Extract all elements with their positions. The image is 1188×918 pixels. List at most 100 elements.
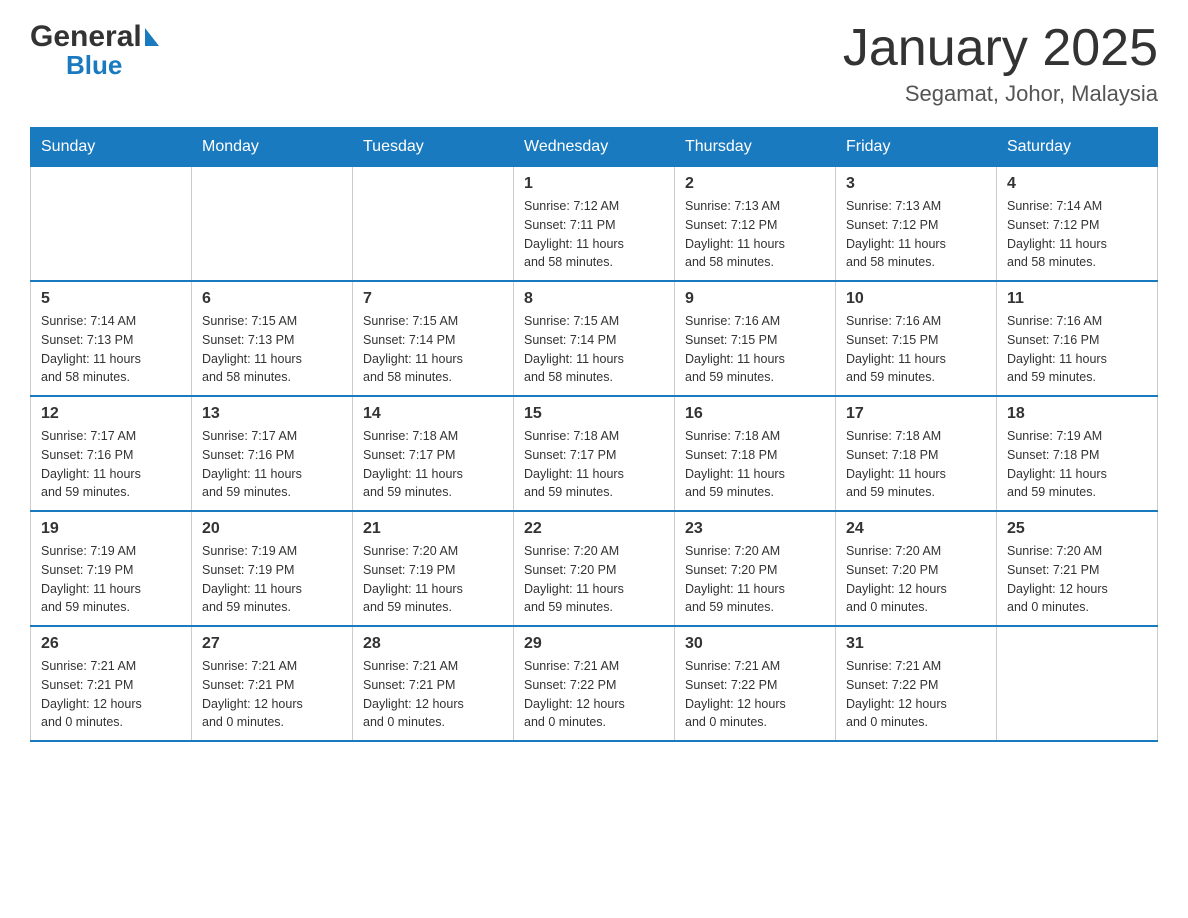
day-number: 15 [524,405,664,423]
calendar-week-row: 12 Sunrise: 7:17 AM Sunset: 7:16 PM Dayli… [31,396,1158,511]
calendar-cell: 26 Sunrise: 7:21 AM Sunset: 7:21 PM Dayli… [31,626,192,741]
calendar-cell: 23Sunrise: 7:20 AM Sunset: 7:20 PM Dayli… [675,511,836,626]
day-info: Sunrise: 7:14 AM Sunset: 7:12 PM Dayligh… [1007,197,1147,272]
day-number: 13 [202,405,342,423]
calendar-header-sunday: Sunday [31,128,192,167]
day-number: 8 [524,290,664,308]
day-number: 30 [685,635,825,653]
day-number: 12 [41,405,181,423]
calendar-cell: 6 Sunrise: 7:15 AM Sunset: 7:13 PM Daylig… [192,281,353,396]
day-info: Sunrise: 7:19 AM Sunset: 7:19 PM Dayligh… [41,542,181,617]
logo-triangle-icon [145,28,159,46]
day-number: 6 [202,290,342,308]
logo-general-text: General [30,20,142,54]
calendar-cell: 4 Sunrise: 7:14 AM Sunset: 7:12 PM Daylig… [997,167,1158,282]
day-info: Sunrise: 7:18 AM Sunset: 7:18 PM Dayligh… [685,427,825,502]
calendar-cell: 21Sunrise: 7:20 AM Sunset: 7:19 PM Dayli… [353,511,514,626]
calendar-cell: 12 Sunrise: 7:17 AM Sunset: 7:16 PM Dayli… [31,396,192,511]
calendar-cell: 31 Sunrise: 7:21 AM Sunset: 7:22 PM Dayli… [836,626,997,741]
day-info: Sunrise: 7:14 AM Sunset: 7:13 PM Dayligh… [41,312,181,387]
title-block: January 2025 Segamat, Johor, Malaysia [843,20,1158,107]
calendar-cell: 13 Sunrise: 7:17 AM Sunset: 7:16 PM Dayli… [192,396,353,511]
day-info: Sunrise: 7:20 AM Sunset: 7:20 PM Dayligh… [524,542,664,617]
day-info: Sunrise: 7:21 AM Sunset: 7:22 PM Dayligh… [524,657,664,732]
day-info: Sunrise: 7:21 AM Sunset: 7:21 PM Dayligh… [202,657,342,732]
logo-blue-text: Blue [66,50,159,81]
day-number: 20 [202,520,342,538]
calendar-header-wednesday: Wednesday [514,128,675,167]
calendar-cell: 5 Sunrise: 7:14 AM Sunset: 7:13 PM Daylig… [31,281,192,396]
day-info: Sunrise: 7:17 AM Sunset: 7:16 PM Dayligh… [202,427,342,502]
month-title: January 2025 [843,20,1158,77]
day-info: Sunrise: 7:16 AM Sunset: 7:15 PM Dayligh… [846,312,986,387]
day-number: 26 [41,635,181,653]
day-number: 3 [846,175,986,193]
day-number: 21 [363,520,503,538]
calendar-cell [192,167,353,282]
calendar-cell: 2Sunrise: 7:13 AM Sunset: 7:12 PM Daylig… [675,167,836,282]
day-number: 11 [1007,290,1147,308]
calendar-cell: 22 Sunrise: 7:20 AM Sunset: 7:20 PM Dayli… [514,511,675,626]
calendar-week-row: 19 Sunrise: 7:19 AM Sunset: 7:19 PM Dayli… [31,511,1158,626]
day-number: 25 [1007,520,1147,538]
day-info: Sunrise: 7:18 AM Sunset: 7:18 PM Dayligh… [846,427,986,502]
day-number: 19 [41,520,181,538]
day-info: Sunrise: 7:19 AM Sunset: 7:18 PM Dayligh… [1007,427,1147,502]
calendar-cell: 15 Sunrise: 7:18 AM Sunset: 7:17 PM Dayli… [514,396,675,511]
day-info: Sunrise: 7:21 AM Sunset: 7:21 PM Dayligh… [41,657,181,732]
calendar-cell: 8 Sunrise: 7:15 AM Sunset: 7:14 PM Daylig… [514,281,675,396]
calendar-cell: 17 Sunrise: 7:18 AM Sunset: 7:18 PM Dayli… [836,396,997,511]
calendar-cell: 28Sunrise: 7:21 AM Sunset: 7:21 PM Dayli… [353,626,514,741]
calendar-cell: 10 Sunrise: 7:16 AM Sunset: 7:15 PM Dayli… [836,281,997,396]
day-number: 9 [685,290,825,308]
calendar-cell: 30Sunrise: 7:21 AM Sunset: 7:22 PM Dayli… [675,626,836,741]
calendar-week-row: 5 Sunrise: 7:14 AM Sunset: 7:13 PM Daylig… [31,281,1158,396]
day-number: 4 [1007,175,1147,193]
day-number: 7 [363,290,503,308]
day-info: Sunrise: 7:18 AM Sunset: 7:17 PM Dayligh… [524,427,664,502]
calendar-cell: 1Sunrise: 7:12 AM Sunset: 7:11 PM Daylig… [514,167,675,282]
calendar-header-row: SundayMondayTuesdayWednesdayThursdayFrid… [31,128,1158,167]
day-number: 22 [524,520,664,538]
day-info: Sunrise: 7:13 AM Sunset: 7:12 PM Dayligh… [685,197,825,272]
day-number: 27 [202,635,342,653]
calendar-cell: 20Sunrise: 7:19 AM Sunset: 7:19 PM Dayli… [192,511,353,626]
day-number: 31 [846,635,986,653]
calendar-cell: 16 Sunrise: 7:18 AM Sunset: 7:18 PM Dayli… [675,396,836,511]
calendar-cell: 11 Sunrise: 7:16 AM Sunset: 7:16 PM Dayli… [997,281,1158,396]
logo: General Blue [30,20,159,81]
calendar-cell: 27 Sunrise: 7:21 AM Sunset: 7:21 PM Dayli… [192,626,353,741]
calendar-cell: 14Sunrise: 7:18 AM Sunset: 7:17 PM Dayli… [353,396,514,511]
calendar-header-monday: Monday [192,128,353,167]
calendar-header-friday: Friday [836,128,997,167]
day-number: 10 [846,290,986,308]
day-info: Sunrise: 7:20 AM Sunset: 7:21 PM Dayligh… [1007,542,1147,617]
calendar-cell [353,167,514,282]
day-number: 16 [685,405,825,423]
location-title: Segamat, Johor, Malaysia [843,81,1158,107]
calendar-header-tuesday: Tuesday [353,128,514,167]
page-header: General Blue January 2025 Segamat, Johor… [30,20,1158,107]
day-number: 24 [846,520,986,538]
day-number: 17 [846,405,986,423]
day-info: Sunrise: 7:20 AM Sunset: 7:20 PM Dayligh… [846,542,986,617]
day-info: Sunrise: 7:15 AM Sunset: 7:13 PM Dayligh… [202,312,342,387]
day-info: Sunrise: 7:21 AM Sunset: 7:22 PM Dayligh… [846,657,986,732]
day-number: 14 [363,405,503,423]
day-info: Sunrise: 7:15 AM Sunset: 7:14 PM Dayligh… [363,312,503,387]
day-info: Sunrise: 7:16 AM Sunset: 7:15 PM Dayligh… [685,312,825,387]
day-info: Sunrise: 7:13 AM Sunset: 7:12 PM Dayligh… [846,197,986,272]
day-info: Sunrise: 7:15 AM Sunset: 7:14 PM Dayligh… [524,312,664,387]
calendar-cell: 24 Sunrise: 7:20 AM Sunset: 7:20 PM Dayli… [836,511,997,626]
calendar-cell: 7 Sunrise: 7:15 AM Sunset: 7:14 PM Daylig… [353,281,514,396]
calendar-cell: 29 Sunrise: 7:21 AM Sunset: 7:22 PM Dayli… [514,626,675,741]
calendar-week-row: 1Sunrise: 7:12 AM Sunset: 7:11 PM Daylig… [31,167,1158,282]
day-info: Sunrise: 7:16 AM Sunset: 7:16 PM Dayligh… [1007,312,1147,387]
calendar-cell: 9 Sunrise: 7:16 AM Sunset: 7:15 PM Daylig… [675,281,836,396]
day-number: 5 [41,290,181,308]
calendar-cell: 25 Sunrise: 7:20 AM Sunset: 7:21 PM Dayli… [997,511,1158,626]
day-number: 29 [524,635,664,653]
calendar-table: SundayMondayTuesdayWednesdayThursdayFrid… [30,127,1158,742]
day-number: 28 [363,635,503,653]
day-info: Sunrise: 7:17 AM Sunset: 7:16 PM Dayligh… [41,427,181,502]
